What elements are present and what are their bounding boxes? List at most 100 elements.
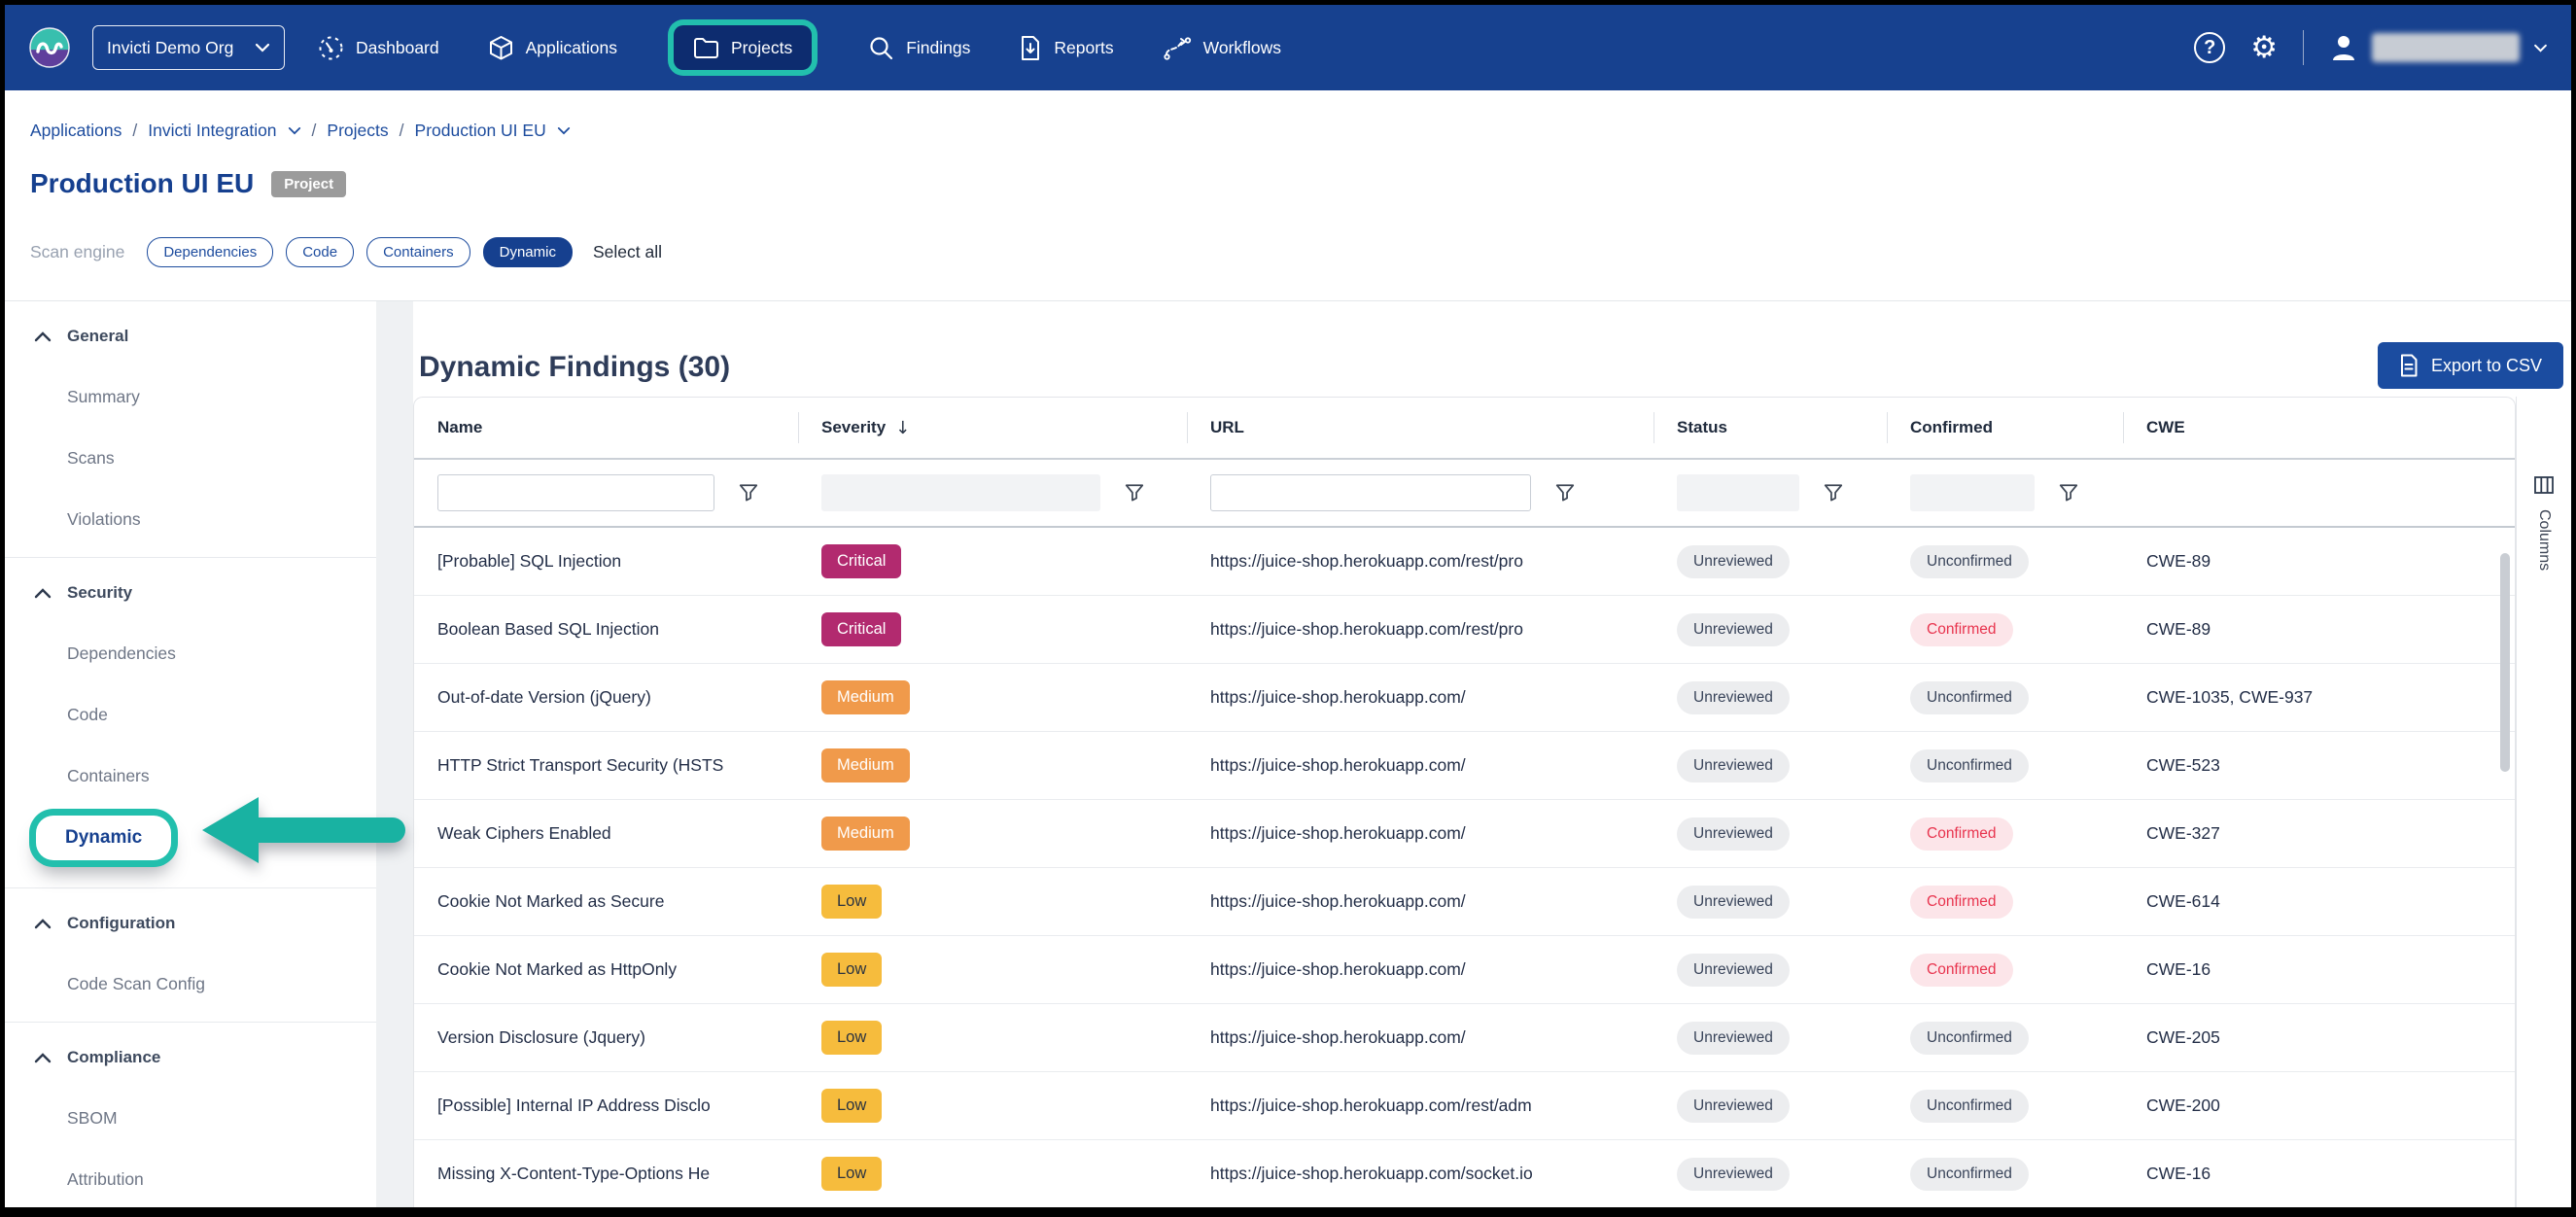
columns-panel-tab[interactable]: Columns bbox=[2516, 397, 2571, 1207]
breadcrumb-production-ui-eu[interactable]: Production UI EU bbox=[415, 121, 546, 141]
content-area: General Summary Scans Violations Securit… bbox=[5, 301, 2571, 1207]
breadcrumb-invicti-integration[interactable]: Invicti Integration bbox=[148, 121, 276, 141]
breadcrumb-applications[interactable]: Applications bbox=[30, 121, 122, 141]
finding-name: Version Disclosure (Jquery) bbox=[414, 1027, 798, 1048]
sidebar-item-scans[interactable]: Scans bbox=[5, 448, 376, 469]
name-filter-button[interactable] bbox=[738, 482, 759, 504]
title-row: Production UI EU Project bbox=[30, 162, 2571, 205]
sidebar-item-code[interactable]: Code bbox=[5, 705, 376, 725]
status-filter-button[interactable] bbox=[1823, 482, 1844, 504]
export-csv-button[interactable]: Export to CSV bbox=[2378, 342, 2563, 389]
sidebar-header-security[interactable]: Security bbox=[5, 583, 376, 603]
confirmed-filter-input[interactable] bbox=[1910, 474, 2035, 511]
table-row[interactable]: Cookie Not Marked as HttpOnly Low https:… bbox=[414, 936, 2515, 1004]
severity-badge: Low bbox=[821, 953, 882, 987]
sidebar-item-dependencies[interactable]: Dependencies bbox=[5, 643, 376, 664]
severity-filter-input[interactable] bbox=[821, 474, 1100, 511]
sidebar-item-code-scan-config[interactable]: Code Scan Config bbox=[5, 974, 376, 994]
chip-dynamic[interactable]: Dynamic bbox=[483, 237, 573, 267]
status-badge: Unreviewed bbox=[1677, 1022, 1790, 1055]
dashboard-icon bbox=[318, 35, 344, 61]
nav-item-projects[interactable]: Projects bbox=[674, 25, 812, 70]
table-row[interactable]: Version Disclosure (Jquery) Low https://… bbox=[414, 1004, 2515, 1072]
finding-cwe: CWE-89 bbox=[2123, 551, 2515, 572]
sidebar-item-attribution[interactable]: Attribution bbox=[5, 1169, 376, 1190]
sidebar-item-summary[interactable]: Summary bbox=[5, 387, 376, 407]
table-row[interactable]: Weak Ciphers Enabled Medium https://juic… bbox=[414, 800, 2515, 868]
confirmed-badge: Unconfirmed bbox=[1910, 749, 2029, 782]
table-row[interactable]: [Probable] SQL Injection Critical https:… bbox=[414, 528, 2515, 596]
sidebar-header-general[interactable]: General bbox=[5, 327, 376, 346]
status-badge: Unreviewed bbox=[1677, 545, 1790, 578]
finding-cwe: CWE-16 bbox=[2123, 959, 2515, 980]
redacted-username bbox=[2372, 33, 2520, 62]
table-row[interactable]: [Possible] Internal IP Address Disclo Lo… bbox=[414, 1072, 2515, 1140]
chip-dependencies[interactable]: Dependencies bbox=[147, 237, 273, 267]
finding-url: https://juice-shop.herokuapp.com/ bbox=[1187, 891, 1654, 912]
nav-item-reports[interactable]: Reports bbox=[1019, 35, 1113, 61]
url-filter-button[interactable] bbox=[1554, 482, 1576, 504]
chevron-up-icon bbox=[34, 1053, 52, 1063]
chip-code[interactable]: Code bbox=[286, 237, 354, 267]
finding-cwe: CWE-16 bbox=[2123, 1164, 2515, 1184]
sidebar-item-containers[interactable]: Containers bbox=[5, 766, 376, 786]
finding-url: https://juice-shop.herokuapp.com/ bbox=[1187, 1027, 1654, 1048]
funnel-icon bbox=[1823, 482, 1844, 504]
gear-icon: ⚙ bbox=[2250, 33, 2278, 63]
sidebar-section-general: General Summary Scans Violations bbox=[5, 301, 376, 558]
breadcrumb: Applications / Invicti Integration / Pro… bbox=[30, 118, 2571, 143]
column-header-url[interactable]: URL bbox=[1187, 398, 1654, 458]
finding-cwe: CWE-523 bbox=[2123, 755, 2515, 776]
finding-url: https://juice-shop.herokuapp.com/ bbox=[1187, 755, 1654, 776]
nav-item-applications[interactable]: Applications bbox=[488, 35, 617, 61]
severity-badge: Medium bbox=[821, 817, 910, 851]
status-badge: Unreviewed bbox=[1677, 954, 1790, 987]
org-selector-label: Invicti Demo Org bbox=[107, 38, 233, 58]
sidebar-section-configuration: Configuration Code Scan Config bbox=[5, 888, 376, 1023]
severity-filter-button[interactable] bbox=[1124, 482, 1145, 504]
user-menu[interactable] bbox=[2329, 33, 2548, 62]
select-all-link[interactable]: Select all bbox=[593, 242, 662, 262]
column-header-name[interactable]: Name bbox=[414, 398, 798, 458]
table-row[interactable]: HTTP Strict Transport Security (HSTS Med… bbox=[414, 732, 2515, 800]
sidebar-item-dynamic-active[interactable]: Dynamic bbox=[36, 816, 171, 860]
confirmed-badge: Confirmed bbox=[1910, 886, 2013, 919]
chip-containers[interactable]: Containers bbox=[366, 237, 470, 267]
severity-badge: Medium bbox=[821, 680, 910, 714]
finding-cwe: CWE-327 bbox=[2123, 823, 2515, 844]
confirmed-badge: Unconfirmed bbox=[1910, 1022, 2029, 1055]
table-row[interactable]: Boolean Based SQL Injection Critical htt… bbox=[414, 596, 2515, 664]
org-selector[interactable]: Invicti Demo Org bbox=[92, 25, 285, 70]
nav-item-dashboard[interactable]: Dashboard bbox=[318, 35, 439, 61]
chevron-down-icon[interactable] bbox=[288, 126, 301, 135]
status-filter-input[interactable] bbox=[1677, 474, 1799, 511]
finding-name: [Probable] SQL Injection bbox=[414, 551, 798, 572]
sidebar-header-compliance[interactable]: Compliance bbox=[5, 1048, 376, 1067]
findings-panel: Dynamic Findings (30) Export to CSV Name… bbox=[413, 301, 2571, 1207]
sidebar-header-configuration[interactable]: Configuration bbox=[5, 914, 376, 933]
table-row[interactable]: Out-of-date Version (jQuery) Medium http… bbox=[414, 664, 2515, 732]
column-header-severity[interactable]: Severity ↓ bbox=[798, 398, 1187, 458]
sidebar-item-sbom[interactable]: SBOM bbox=[5, 1108, 376, 1129]
breadcrumb-projects[interactable]: Projects bbox=[327, 121, 388, 141]
table-row[interactable]: Cookie Not Marked as Secure Low https://… bbox=[414, 868, 2515, 936]
table-scrollbar-thumb[interactable] bbox=[2500, 553, 2510, 772]
status-badge: Unreviewed bbox=[1677, 681, 1790, 714]
column-header-cwe[interactable]: CWE bbox=[2123, 398, 2515, 458]
finding-url: https://juice-shop.herokuapp.com/ bbox=[1187, 959, 1654, 980]
confirmed-filter-button[interactable] bbox=[2058, 482, 2079, 504]
nav-item-workflows[interactable]: Workflows bbox=[1163, 35, 1281, 61]
severity-badge: Medium bbox=[821, 748, 910, 782]
column-header-confirmed[interactable]: Confirmed bbox=[1887, 398, 2123, 458]
url-filter-input[interactable] bbox=[1210, 474, 1531, 511]
table-row[interactable]: Missing X-Content-Type-Options He Low ht… bbox=[414, 1140, 2515, 1207]
settings-button[interactable]: ⚙ bbox=[2250, 33, 2278, 63]
sidebar-item-violations[interactable]: Violations bbox=[5, 509, 376, 530]
column-header-status[interactable]: Status bbox=[1654, 398, 1887, 458]
nav-item-findings[interactable]: Findings bbox=[868, 35, 970, 61]
chevron-down-icon[interactable] bbox=[557, 126, 571, 135]
help-button[interactable]: ? bbox=[2194, 32, 2225, 63]
top-nav: Invicti Demo Org Dashboard Applications bbox=[5, 5, 2571, 90]
finding-name: Weak Ciphers Enabled bbox=[414, 823, 798, 844]
name-filter-input[interactable] bbox=[437, 474, 714, 511]
